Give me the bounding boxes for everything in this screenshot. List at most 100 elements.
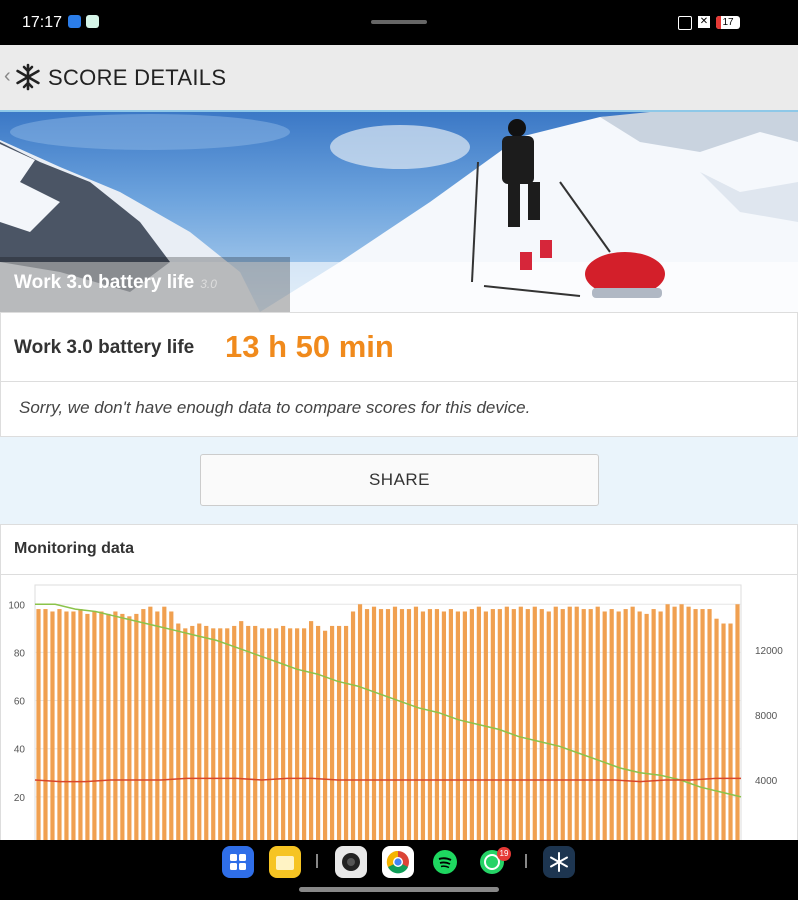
bar	[239, 621, 244, 845]
bar	[253, 625, 258, 845]
bar	[560, 609, 565, 845]
status-bar: 17:17 ✕ 17	[0, 0, 798, 45]
chevron-left-icon[interactable]: ‹	[4, 65, 11, 88]
bar	[232, 625, 237, 845]
bar	[735, 604, 740, 845]
bar	[469, 609, 474, 845]
test-name: Work 3.0 battery life	[14, 337, 195, 358]
bar	[378, 609, 384, 845]
hero-label: Work 3.0 battery life 3.0	[14, 272, 217, 294]
bar	[553, 606, 558, 845]
bar	[651, 609, 656, 845]
bar	[329, 625, 335, 845]
spotify-icon[interactable]	[429, 846, 461, 878]
bar	[316, 625, 321, 845]
bar	[141, 609, 146, 845]
bar	[364, 609, 370, 845]
nav-bar: 19	[0, 840, 798, 900]
left-tick-label: 60	[14, 697, 26, 708]
bar	[511, 609, 516, 845]
bar	[134, 613, 139, 845]
bar	[483, 611, 488, 845]
bar	[57, 609, 62, 845]
bar	[448, 609, 454, 845]
monitoring-title: Monitoring data	[14, 540, 134, 557]
whatsapp-icon[interactable]: 19	[476, 846, 511, 878]
divider	[1, 381, 797, 382]
bar	[371, 606, 377, 845]
bar	[637, 611, 642, 845]
bar	[343, 625, 349, 845]
monitoring-chart: 20 40 60 80 100 4000 8000 12000	[8, 584, 783, 845]
bar	[700, 609, 705, 845]
bar	[288, 628, 293, 845]
bar	[441, 611, 447, 845]
battery-icon: 17	[716, 16, 740, 29]
bar	[113, 611, 118, 845]
camera-icon[interactable]	[335, 846, 367, 878]
comparison-message: Sorry, we don't have enough data to comp…	[19, 398, 531, 417]
bar	[539, 609, 544, 845]
bar	[50, 611, 55, 845]
bar	[92, 611, 97, 845]
bar	[504, 606, 509, 845]
bar	[267, 628, 272, 845]
app-header: ‹ SCORE DETAILS	[0, 45, 798, 112]
apps-icon[interactable]	[222, 846, 254, 878]
bar	[120, 613, 125, 845]
bar	[630, 606, 635, 845]
files-icon[interactable]	[269, 846, 301, 878]
right-tick-label: 8000	[755, 711, 778, 722]
bar	[43, 609, 48, 845]
bar	[183, 628, 188, 845]
pcmark-icon[interactable]	[543, 846, 575, 878]
monitoring-card: Monitoring data 20 40 60 80 100 4000 8000 12000	[0, 524, 798, 846]
bar	[581, 609, 586, 845]
bar	[78, 609, 83, 845]
right-tick-label: 12000	[755, 646, 783, 657]
home-indicator[interactable]	[299, 887, 499, 892]
bar	[169, 611, 174, 845]
bar	[190, 625, 195, 845]
bar	[588, 609, 593, 845]
right-tick-label: 4000	[755, 776, 778, 787]
bar	[295, 628, 300, 845]
bar	[623, 609, 628, 845]
bar	[665, 604, 670, 845]
bar	[399, 609, 405, 845]
bar	[64, 611, 69, 845]
left-tick-label: 80	[14, 648, 26, 659]
bar	[658, 611, 663, 845]
share-button[interactable]: SHARE	[200, 454, 599, 506]
bar	[679, 604, 684, 845]
left-tick-label: 20	[14, 793, 26, 804]
bar	[211, 628, 216, 845]
snowflake-icon[interactable]	[14, 63, 42, 91]
vibrate-icon	[678, 16, 692, 30]
bar	[714, 618, 719, 845]
bar	[36, 609, 41, 845]
chrome-icon[interactable]	[382, 846, 414, 878]
left-tick-label: 40	[14, 745, 26, 756]
bar	[246, 625, 251, 845]
notification-app-icon	[68, 15, 81, 28]
bar	[99, 611, 104, 845]
dock-separator	[525, 854, 527, 868]
no-sim-icon: ✕	[698, 16, 710, 28]
camera-notch	[371, 20, 427, 24]
left-tick-label: 100	[8, 600, 25, 611]
notification-badge: 19	[497, 847, 511, 861]
bar	[518, 606, 523, 845]
dock-separator	[316, 854, 318, 868]
battery-level: 17	[722, 17, 734, 28]
bar	[392, 606, 398, 845]
score-value: 13 h 50 min	[225, 329, 394, 364]
bar	[162, 606, 167, 845]
bar	[281, 625, 286, 845]
bar	[455, 611, 460, 845]
hero-banner: Work 3.0 battery life 3.0	[0, 112, 798, 312]
bar	[672, 606, 677, 845]
bar	[176, 623, 181, 845]
bar	[357, 604, 363, 845]
bar	[336, 625, 342, 845]
